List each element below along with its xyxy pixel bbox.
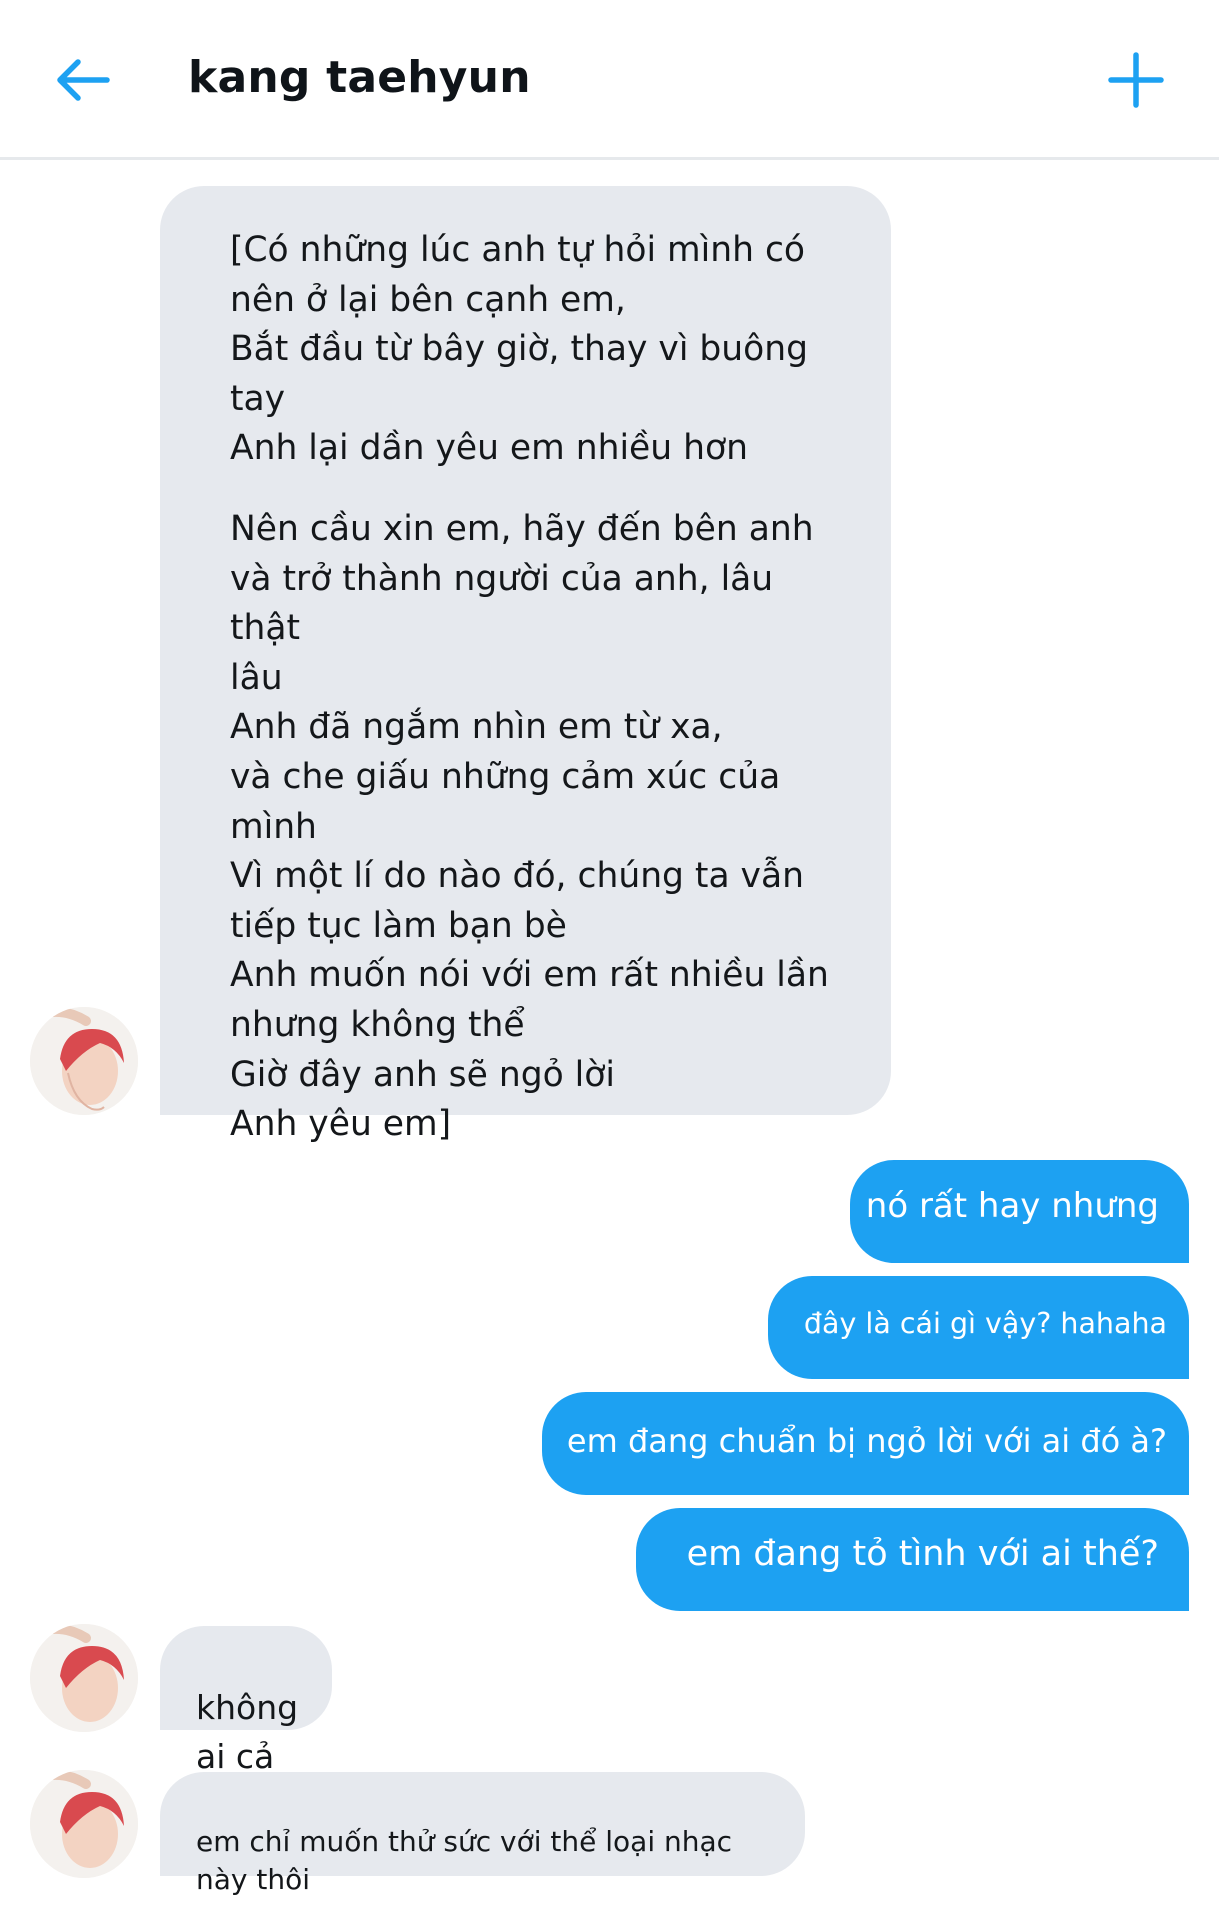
message-text: em đang tỏ tình với ai thế? — [686, 1534, 1159, 1574]
avatar[interactable] — [30, 1624, 138, 1732]
message-text: nó rất hay nhưng — [865, 1186, 1159, 1226]
poem-stanza-2: Nên cầu xin em, hãy đến bên anh và trở t… — [230, 508, 829, 1145]
outgoing-message[interactable]: em đang chuẩn bị ngỏ lời với ai đó à? — [542, 1392, 1189, 1495]
avatar-image — [30, 1007, 138, 1115]
plus-icon — [1108, 52, 1164, 108]
avatar[interactable] — [30, 1007, 138, 1115]
conversation-header: kang taehyun — [0, 0, 1219, 160]
avatar[interactable] — [30, 1770, 138, 1878]
conversation-title: kang taehyun — [188, 52, 531, 103]
stanza-gap — [230, 474, 851, 505]
incoming-message[interactable]: em chỉ muốn thử sức với thể loại nhạc nà… — [160, 1772, 805, 1896]
message-text: không ai cả — [196, 1688, 299, 1776]
outgoing-message[interactable]: em đang tỏ tình với ai thế? — [636, 1508, 1189, 1611]
add-button[interactable] — [1106, 50, 1166, 110]
incoming-message-poem[interactable]: [Có những lúc anh tự hỏi mình có nên ở l… — [160, 186, 891, 1144]
poem-stanza-1: [Có những lúc anh tự hỏi mình có nên ở l… — [230, 230, 809, 469]
message-text: em đang chuẩn bị ngỏ lời với ai đó à? — [566, 1422, 1167, 1460]
outgoing-message[interactable]: đây là cái gì vậy? hahaha — [768, 1276, 1189, 1379]
message-text: đây là cái gì vậy? hahaha — [803, 1307, 1167, 1340]
incoming-message[interactable]: không ai cả — [160, 1626, 332, 1776]
arrow-left-icon — [57, 59, 110, 101]
outgoing-message[interactable]: nó rất hay nhưng — [850, 1160, 1189, 1263]
message-text: em chỉ muốn thử sức với thể loại nhạc nà… — [196, 1825, 733, 1896]
back-button[interactable] — [52, 50, 114, 112]
